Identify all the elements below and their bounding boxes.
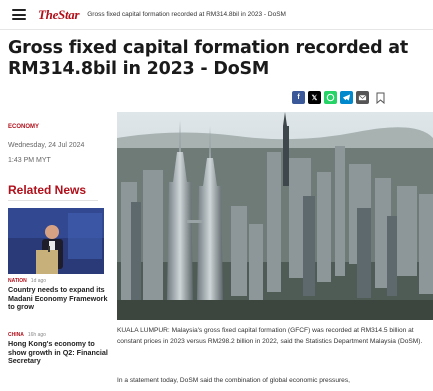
related-news-title[interactable]: Country needs to expand its Madani Econo… xyxy=(8,285,108,312)
share-bar: f 𝕏 xyxy=(292,91,385,104)
x-icon[interactable]: 𝕏 xyxy=(308,91,321,104)
related-news-meta: NATION 1d ago xyxy=(8,278,108,284)
related-news-category[interactable]: CHINA xyxy=(8,332,24,338)
publish-date-day: Wednesday, 24 Jul 2024 xyxy=(8,142,85,149)
divider xyxy=(8,200,98,201)
publish-date: Wednesday, 24 Jul 2024 1:43 PM MYT xyxy=(8,138,84,168)
related-news-item[interactable]: NATION 1d ago Country needs to expand its… xyxy=(8,278,108,312)
related-news-heading: Related News xyxy=(8,183,87,197)
publish-date-time: 1:43 PM MYT xyxy=(8,157,51,164)
related-news-meta: CHINA 16h ago xyxy=(8,332,108,338)
hamburger-icon[interactable] xyxy=(12,9,26,20)
whatsapp-icon[interactable] xyxy=(324,91,337,104)
top-bar: TheStar Gross fixed capital formation re… xyxy=(0,0,433,30)
article-photo xyxy=(117,112,433,320)
article-paragraph: KUALA LUMPUR: Malaysia's gross fixed cap… xyxy=(117,327,423,345)
related-news-item[interactable]: CHINA 16h ago Hong Kong's economy to show… xyxy=(8,332,108,366)
related-news-age: 16h ago xyxy=(27,332,46,338)
related-news-thumbnail[interactable] xyxy=(8,208,104,274)
bookmark-icon[interactable] xyxy=(376,92,385,104)
article-paragraph: In a statement today, DoSM said the comb… xyxy=(117,377,350,384)
facebook-icon[interactable]: f xyxy=(292,91,305,104)
site-logo[interactable]: TheStar xyxy=(38,7,80,23)
related-news-title[interactable]: Hong Kong's economy to show growth in Q2… xyxy=(8,339,108,366)
section-label[interactable]: ECONOMY xyxy=(8,124,39,130)
related-news-category[interactable]: NATION xyxy=(8,278,27,284)
related-news-age: 1d ago xyxy=(30,278,47,284)
topbar-title: Gross fixed capital formation recorded a… xyxy=(87,11,286,18)
email-icon[interactable] xyxy=(356,91,369,104)
telegram-icon[interactable] xyxy=(340,91,353,104)
article-headline: Gross fixed capital formation recorded a… xyxy=(8,38,409,79)
